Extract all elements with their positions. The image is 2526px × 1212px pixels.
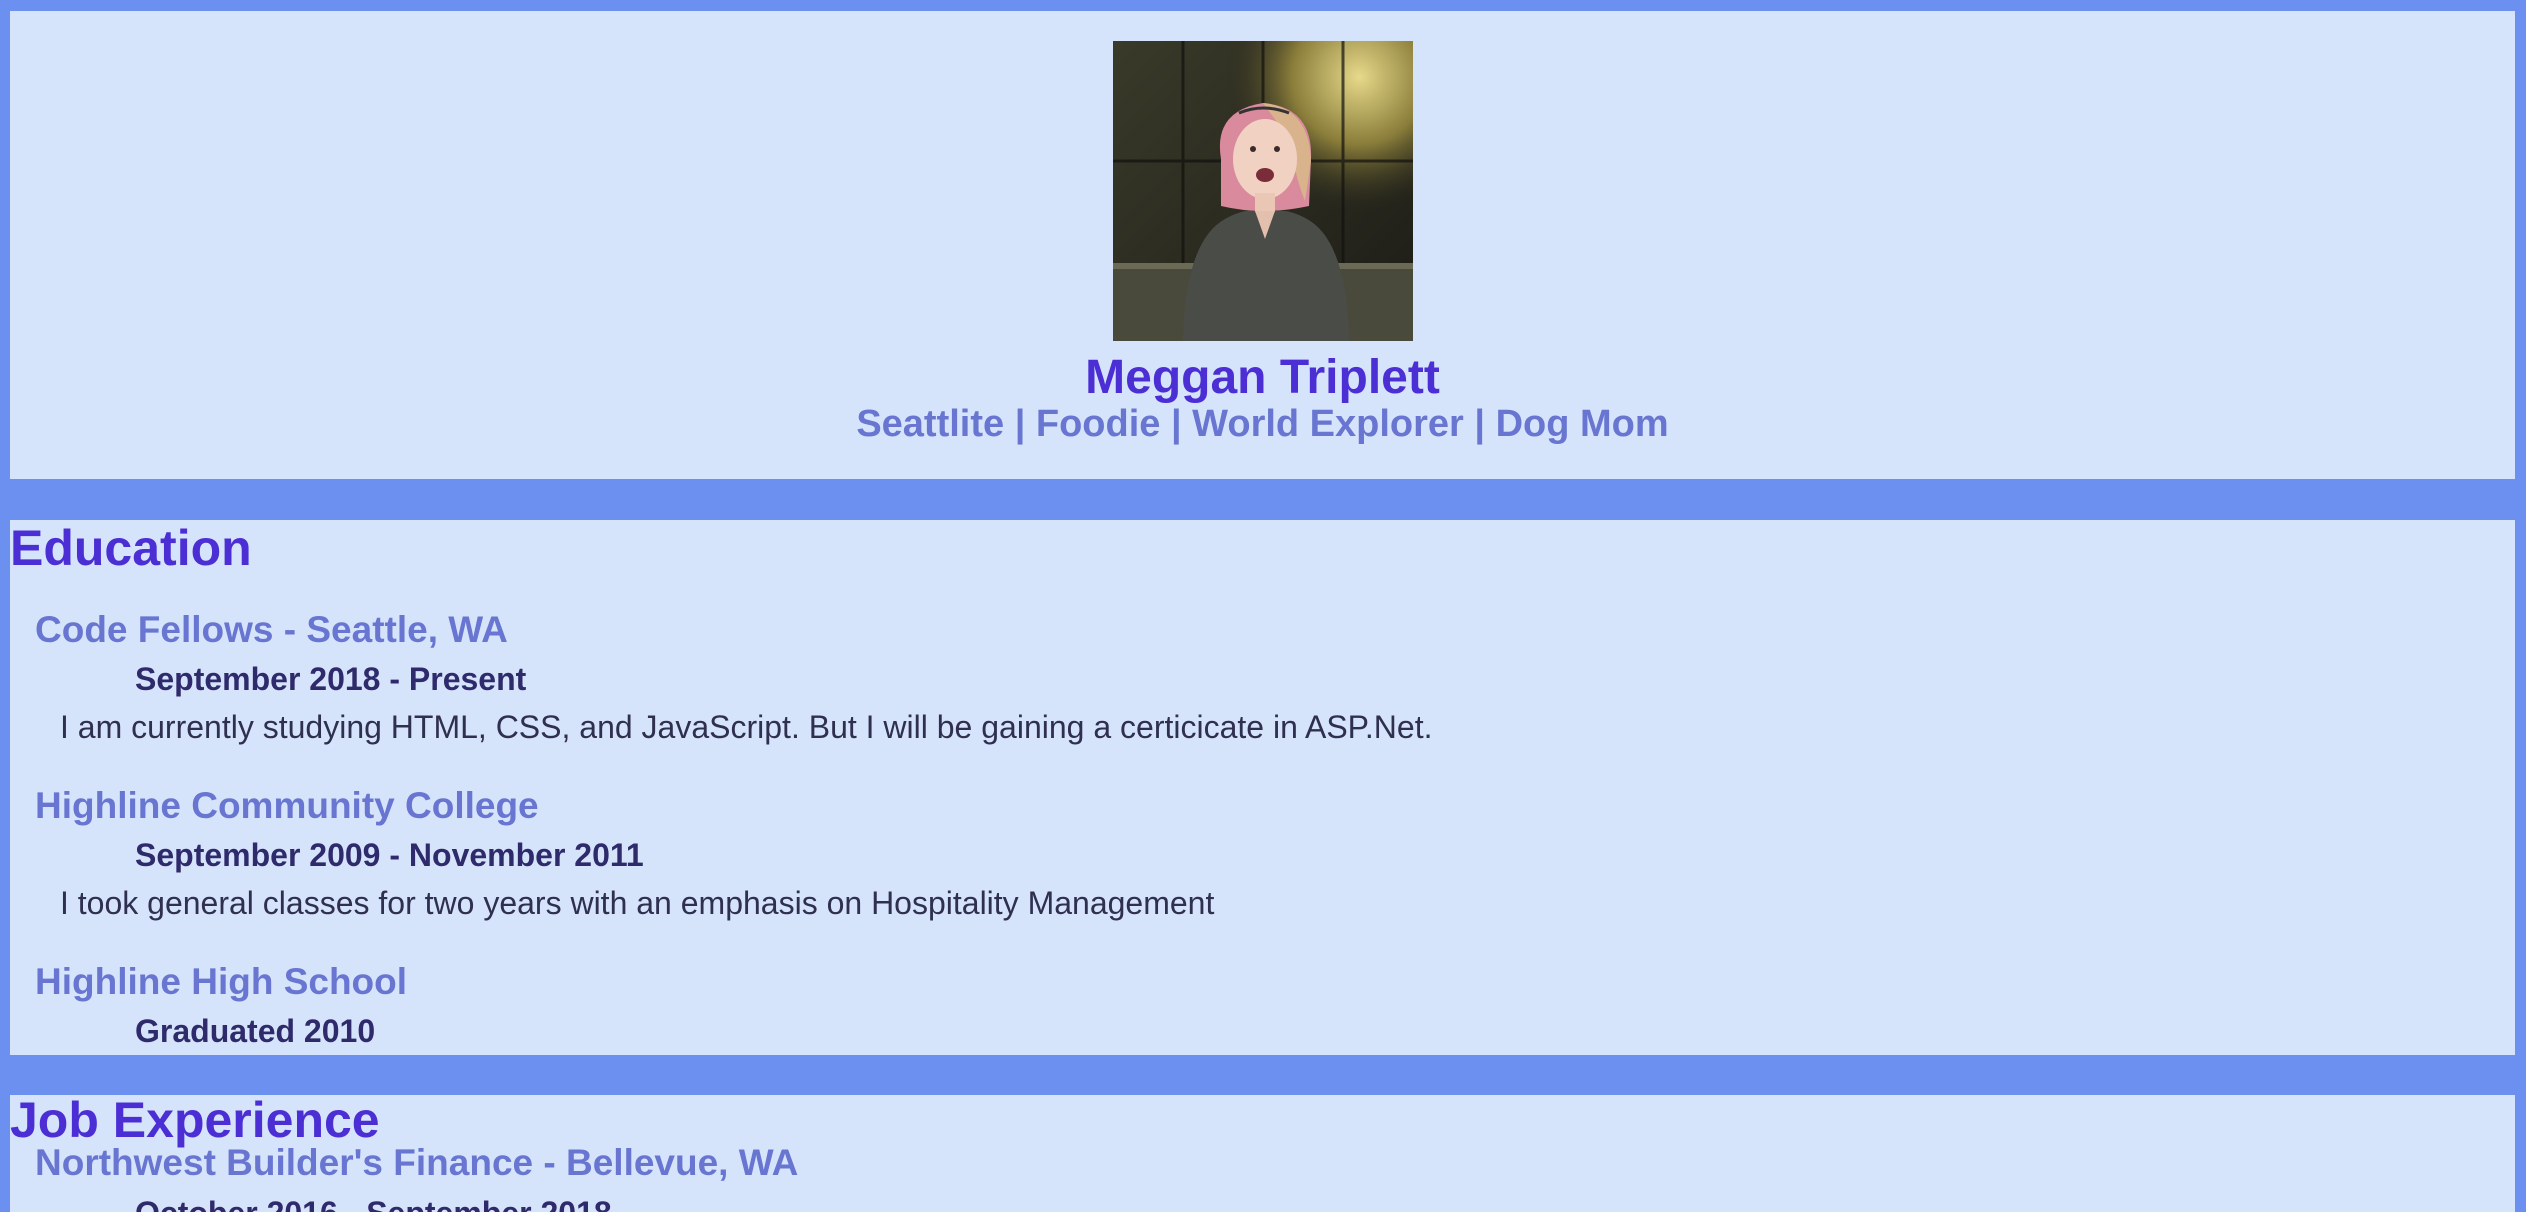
education-description: I am currently studying HTML, CSS, and J… <box>60 709 1433 745</box>
profile-header: Meggan Triplett Seattlite | Foodie | Wor… <box>10 11 2515 479</box>
education-dates: Graduated 2010 <box>135 1013 376 1049</box>
profile-photo <box>1113 41 1413 341</box>
job-dates: October 2016 - September 2018 <box>135 1193 612 1212</box>
education-heading: Education <box>10 520 252 576</box>
job-experience-section: Job Experience Northwest Builder's Finan… <box>10 1095 2515 1212</box>
education-dates: September 2018 - Present <box>135 661 527 697</box>
job-company-name: Northwest Builder's Finance - Bellevue, … <box>35 1142 799 1183</box>
education-description: I took general classes for two years wit… <box>60 885 1215 921</box>
profile-tagline: Seattlite | Foodie | World Explorer | Do… <box>856 403 1669 445</box>
education-school-name: Highline High School <box>35 961 408 1002</box>
education-section: Education Code Fellows - Seattle, WA Sep… <box>10 520 2515 1055</box>
education-dates: September 2009 - November 2011 <box>135 837 644 873</box>
education-school-name: Code Fellows - Seattle, WA <box>35 609 508 650</box>
education-school-name: Highline Community College <box>35 785 539 826</box>
profile-name: Meggan Triplett <box>1085 351 1440 404</box>
